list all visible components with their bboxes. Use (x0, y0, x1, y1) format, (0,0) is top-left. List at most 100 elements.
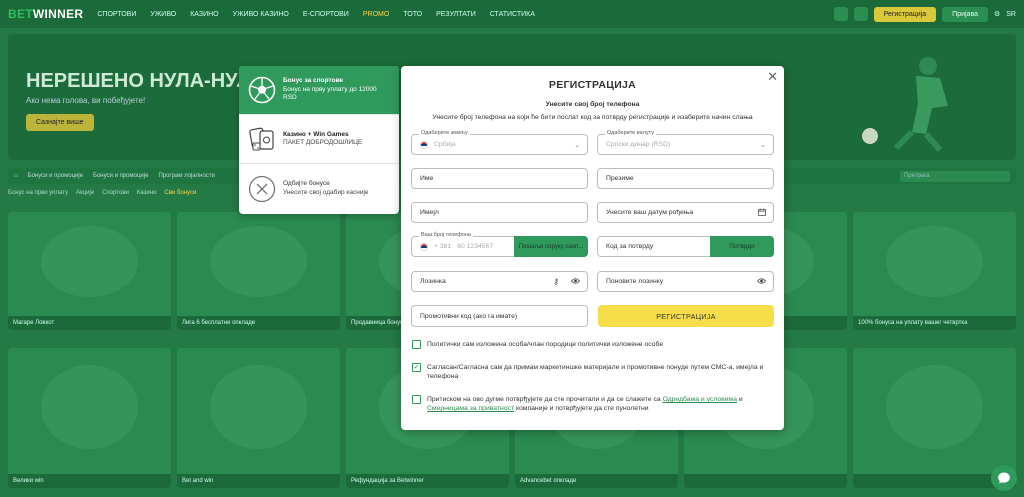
promo-card-caption: Лига 6 бесплатне опкладе (177, 316, 340, 330)
nav-item-live[interactable]: Уживо (150, 11, 176, 18)
promo-card[interactable]: Магаре Ловкот (8, 212, 171, 330)
pep-consent-text: Политички сам изложена особа/члан породи… (427, 341, 664, 348)
modal-title: РЕГИСТРАЦИЈА (548, 79, 637, 91)
confirmation-code-field[interactable]: Код за потврду Потврди (597, 236, 774, 257)
subfilter-1[interactable]: Бонус на први уплату (8, 190, 68, 196)
pep-consent-row: Политички сам изложена особа/члан породи… (412, 340, 772, 349)
calendar-icon[interactable] (758, 208, 766, 218)
birthdate-placeholder: Унесите ваш датум рођења (606, 209, 694, 216)
eye-icon[interactable] (570, 277, 581, 287)
subfilter-2[interactable]: Акције (76, 190, 94, 196)
confirm-code-button[interactable]: Потврди (710, 236, 774, 257)
promo-card-caption: Магаре Ловкот (8, 316, 171, 330)
dollar-icon[interactable] (833, 7, 848, 21)
bonus-option-text: ПАКЕТ ДОБРОДОШЛИЦЕ (283, 139, 363, 146)
email-field[interactable]: Имејл (411, 202, 588, 223)
card-art (885, 364, 984, 449)
nav-item-sports[interactable]: Спортови (97, 11, 136, 18)
terms-text-a: Притиском на ово дугме потврђујете да ст… (427, 396, 663, 403)
email-placeholder: Имејл (420, 209, 439, 216)
promo-card-caption: Рефундација за Betwinner (346, 474, 509, 488)
chevron-down-icon: ⌄ (760, 142, 766, 149)
promo-card[interactable]: Велики win (8, 348, 171, 488)
home-icon[interactable]: ⌂ (14, 173, 18, 179)
nav-item-casino[interactable]: Казино (190, 11, 218, 18)
nav-item-live-casino[interactable]: Уживо казино (233, 11, 289, 18)
repeat-password-field[interactable]: Поновите лозинку (597, 271, 774, 292)
bonus-selection-panel: Бонус за спортове Бонус на прву уплату д… (239, 66, 399, 214)
country-select[interactable]: Одаберите земљу Србија ⌄ (411, 130, 588, 155)
promo-card-caption: 100% бонуса на уплату вашег четвртка (853, 316, 1016, 330)
hero-title: НЕРЕШЕНО НУЛА-НУЛА (26, 70, 266, 92)
eye-icon[interactable] (756, 277, 767, 287)
card-art (40, 226, 139, 297)
last-name-field[interactable]: Презиме (597, 168, 774, 189)
phone-placeholder: 60 1234567 (457, 243, 494, 250)
bonus-option-title: Бонус за спортове (283, 77, 343, 85)
chat-support-button[interactable] (991, 465, 1017, 491)
promo-card[interactable]: 100% бонуса на уплату вашег четвртка (853, 212, 1016, 330)
soccer-player-illustration (862, 57, 948, 152)
nav-item-esports[interactable]: Е-спортови (303, 11, 349, 18)
nav-item-statistics[interactable]: Статистика (490, 11, 535, 18)
serbia-flag-icon (420, 242, 428, 251)
top-register-button[interactable]: Регистрација (873, 6, 937, 22)
subfilter-3[interactable]: Спортови (102, 190, 129, 196)
hero-learn-more-button[interactable]: Сазнајте више (26, 114, 94, 131)
subfilter-5[interactable]: Сви бонуси (164, 190, 196, 196)
promo-search-input[interactable]: Претрага (900, 170, 1010, 182)
chat-bubble-icon (998, 472, 1010, 484)
language-selector[interactable]: SR (1006, 11, 1016, 18)
key-icon[interactable]: ⚷ (553, 277, 559, 286)
marketing-checkbox[interactable]: ✓ (412, 363, 421, 372)
promo-card[interactable] (853, 348, 1016, 488)
card-art (885, 226, 984, 297)
phone-field[interactable]: Ваш број телефона + 381 60 1234567 Пошаљ… (411, 232, 588, 257)
chevron-down-icon: ⌄ (574, 142, 580, 149)
gift-icon[interactable] (853, 7, 868, 21)
phone-field-label: Ваш број телефона (419, 232, 473, 238)
terms-and-conditions-link[interactable]: Одредбама и условима (663, 396, 737, 403)
settings-gear-icon[interactable]: ⚙ (994, 10, 1000, 18)
bonus-option-decline[interactable]: Одбијте бонусе Унесите свој одабир касни… (239, 164, 399, 213)
first-name-field[interactable]: Име (411, 168, 588, 189)
bonus-option-text: Унесите свој одабир касније (283, 188, 369, 196)
filter-tab-1[interactable]: Бонуси и промоције (28, 173, 83, 179)
bonus-option-casino[interactable]: Казино + Win Games ПАКЕТ ДОБРОДОШЛИЦЕ (239, 115, 399, 164)
currency-select[interactable]: Одаберите валуту Српски динар (RSD) ⌄ (597, 130, 774, 155)
terms-checkbox[interactable] (412, 395, 421, 404)
promo-code-field[interactable]: Промотивни код (ако га имате) (411, 305, 588, 327)
card-art (40, 364, 139, 449)
promo-card-caption (684, 474, 847, 488)
privacy-policy-link[interactable]: Смерницама за приватност (427, 405, 514, 412)
modal-subtitle: Унесите свој број телефона (545, 101, 640, 108)
register-button[interactable]: РЕГИСТРАЦИЈА (598, 305, 774, 327)
nav-item-promo[interactable]: Promo (363, 11, 389, 18)
terms-consent-text: Притиском на ово дугме потврђујете да ст… (427, 395, 772, 413)
nav-item-results[interactable]: Резултати (436, 11, 476, 18)
modal-description: Унесите број телефона на који ће бити по… (432, 114, 753, 121)
filter-tab-2[interactable]: Бонуси и промоције (93, 173, 148, 179)
registration-modal: ✕ РЕГИСТРАЦИЈА Унесите свој број телефон… (401, 66, 784, 430)
nav-item-toto[interactable]: Тото (403, 11, 422, 18)
pep-checkbox[interactable] (412, 340, 421, 349)
password-field[interactable]: Лозинка ⚷ (411, 271, 588, 292)
top-login-button[interactable]: Пријава (942, 6, 988, 22)
bonus-option-sports[interactable]: Бонус за спортове Бонус на прву уплату д… (239, 66, 399, 115)
card-art (209, 226, 308, 297)
send-sms-button[interactable]: Пошаљи поруку саоп... (514, 236, 588, 257)
birthdate-field[interactable]: Унесите ваш датум рођења (597, 202, 774, 223)
currency-select-label: Одаберите валуту (605, 130, 656, 136)
marketing-consent-row: ✓ Сагласан/Сагласна сам да примам маркет… (412, 363, 772, 381)
serbia-flag-icon (420, 140, 428, 149)
terms-text-c: компаније и потврђујете да сте пунолетни (514, 405, 649, 413)
country-select-label: Одаберите земљу (419, 130, 470, 136)
subfilter-4[interactable]: Казино (137, 190, 157, 196)
promo-card[interactable]: Лига 6 бесплатне опкладе (177, 212, 340, 330)
bonus-option-text: Бонус на прву уплату до 12000 RSD (283, 85, 377, 102)
confirmation-code-placeholder: Код за потврду (606, 243, 654, 250)
brand-logo[interactable]: BETWINNER (8, 7, 83, 21)
promo-card[interactable]: Bet and win (177, 348, 340, 488)
marketing-consent-text: Сагласан/Сагласна сам да примам маркетин… (427, 364, 764, 381)
filter-tab-3[interactable]: Програм лојалности (158, 173, 214, 179)
